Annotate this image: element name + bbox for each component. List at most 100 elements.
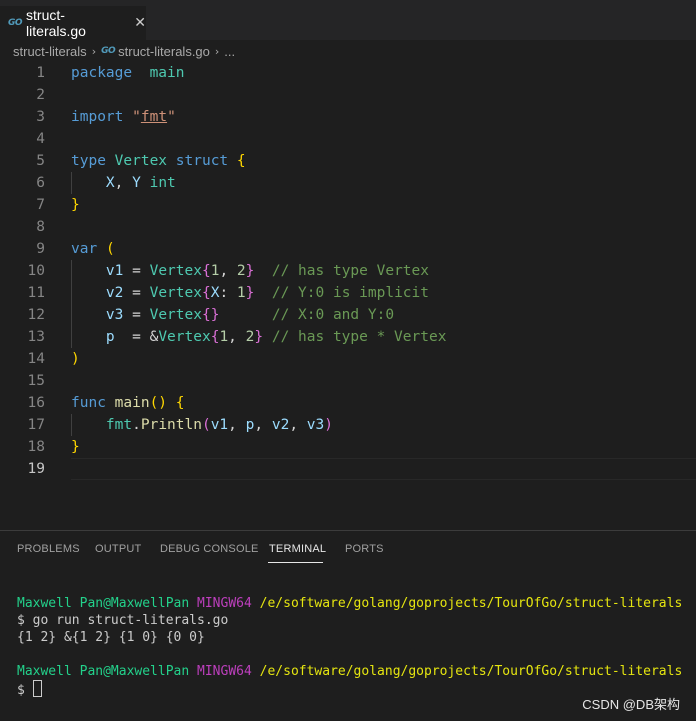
tab-output[interactable]: OUTPUT — [95, 543, 141, 555]
code-line[interactable]: 1 package main — [0, 62, 696, 84]
code-line[interactable]: 4 — [0, 128, 696, 150]
code-token: " — [132, 109, 141, 125]
code-token: // has type Vertex — [271, 263, 429, 279]
line-number: 18 — [27, 439, 45, 455]
code-token: v2 — [271, 417, 290, 433]
code-token: ( — [201, 417, 211, 433]
breadcrumb-folder[interactable]: struct-literals — [13, 44, 87, 59]
terminal-env: MINGW64 — [197, 664, 252, 679]
code-token: , — [228, 417, 246, 433]
code-line[interactable]: 6 X, Y int — [0, 172, 696, 194]
code-token: Vertex — [149, 307, 202, 323]
line-number: 6 — [36, 175, 45, 191]
code-text: X, Y int — [71, 172, 176, 194]
line-number: 7 — [36, 197, 45, 213]
code-line[interactable]: 2 — [0, 84, 696, 106]
code-token: Vertex — [114, 153, 168, 169]
watermark: CSDN @DB架构 — [582, 697, 680, 712]
breadcrumb-file[interactable]: struct-literals.go — [118, 44, 210, 59]
code-token: . — [132, 417, 141, 433]
code-editor[interactable]: 1 package main 2 3 import "fmt" 4 5 type Vertex… — [0, 62, 696, 480]
tab-title: struct-literals.go — [26, 7, 86, 39]
code-line[interactable]: 13 p = &Vertex{1, 2} // has type * Verte… — [0, 326, 696, 348]
code-token: // has type * Vertex — [271, 329, 447, 345]
code-token: 1 — [236, 285, 246, 301]
code-line[interactable]: 3 import "fmt" — [0, 106, 696, 128]
terminal-path: /e/software/golang/goprojects/TourOfGo/s… — [259, 664, 683, 679]
code-token: , — [219, 263, 237, 279]
code-text: ) — [71, 348, 80, 370]
code-token: ) — [71, 351, 80, 367]
code-token: v3 — [105, 307, 124, 323]
code-token: // Y:0 is implicit — [271, 285, 429, 301]
go-file-icon: GO — [8, 18, 23, 28]
code-line[interactable]: 15 — [0, 370, 696, 392]
code-token: main — [149, 65, 185, 81]
code-line[interactable]: 9 var ( — [0, 238, 696, 260]
terminal-input-line[interactable]: $ — [17, 680, 42, 699]
code-line[interactable]: 10 v1 = Vertex{1, 2} // has type Vertex — [0, 260, 696, 282]
close-icon[interactable]: ✕ — [134, 15, 146, 31]
code-line[interactable]: 17 fmt.Println(v1, p, v2, v3) — [0, 414, 696, 436]
code-token: main — [114, 395, 150, 411]
tab-problems[interactable]: PROBLEMS — [17, 543, 80, 555]
line-number: 16 — [27, 395, 45, 411]
code-text: v3 = Vertex{} // X:0 and Y:0 — [71, 304, 394, 326]
code-token: type — [71, 153, 106, 169]
code-token: 1 — [219, 329, 229, 345]
chevron-right-icon: › — [214, 44, 220, 58]
code-token: = — [123, 263, 150, 279]
code-token: = & — [114, 329, 159, 345]
code-token: Vertex — [149, 285, 202, 301]
code-token: func — [71, 395, 106, 411]
editor-tab-struct-literals[interactable]: GO struct-literals.go ✕ — [0, 6, 146, 40]
terminal-prompt-line: Maxwell Pan@MaxwellPan MINGW64 /e/softwa… — [17, 663, 682, 680]
code-line[interactable]: 7} — [0, 194, 696, 216]
code-token: " — [167, 109, 176, 125]
code-token: Vertex — [158, 329, 211, 345]
code-line[interactable]: 16 func main() { — [0, 392, 696, 414]
code-line[interactable]: 8 — [0, 216, 696, 238]
code-text: v2 = Vertex{X: 1} // Y:0 is implicit — [71, 282, 429, 304]
code-line[interactable]: 11 v2 = Vertex{X: 1} // Y:0 is implicit — [0, 282, 696, 304]
line-number: 13 — [27, 329, 45, 345]
terminal-user: Maxwell Pan@MaxwellPan — [17, 596, 190, 611]
code-line[interactable]: 12 v3 = Vertex{} // X:0 and Y:0 — [0, 304, 696, 326]
code-token: { — [236, 153, 246, 169]
code-text: func main() { — [71, 392, 185, 414]
line-number: 2 — [36, 87, 45, 103]
code-token: fmt — [105, 417, 133, 433]
breadcrumb-more[interactable]: ... — [224, 44, 235, 59]
code-line[interactable]: 14) — [0, 348, 696, 370]
code-token: Println — [140, 417, 202, 433]
code-text: package main — [71, 62, 185, 84]
code-token: v1 — [210, 417, 229, 433]
terminal-command-line: $ go run struct-literals.go — [17, 613, 229, 628]
line-number: 12 — [27, 307, 45, 323]
code-token: ( — [105, 241, 115, 257]
tab-ports[interactable]: PORTS — [345, 543, 384, 555]
code-line[interactable]: 5 type Vertex struct { — [0, 150, 696, 172]
tab-terminal[interactable]: TERMINAL — [269, 543, 326, 555]
code-text: } — [71, 194, 80, 216]
code-token: Vertex — [149, 263, 202, 279]
code-line[interactable]: 19 — [0, 458, 696, 480]
code-token: v3 — [306, 417, 325, 433]
code-line[interactable]: 18} — [0, 436, 696, 458]
line-number: 1 — [36, 65, 45, 81]
tab-debug-console[interactable]: DEBUG CONSOLE — [160, 543, 259, 555]
